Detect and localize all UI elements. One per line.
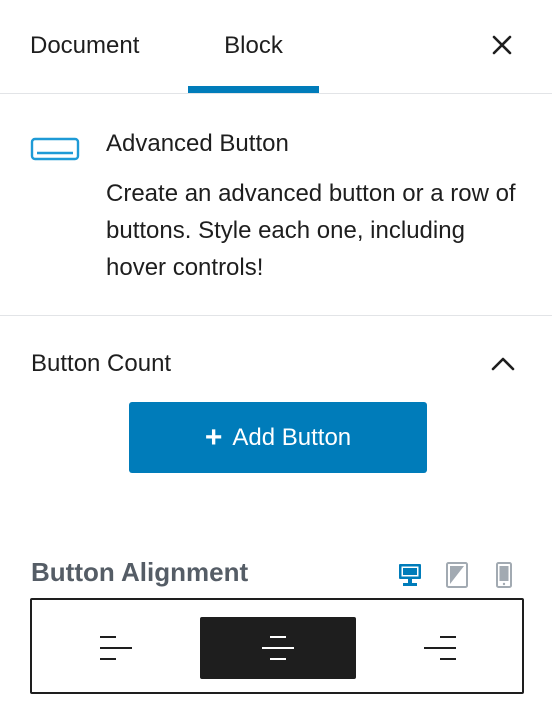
block-description: Create an advanced button or a row of bu… xyxy=(106,180,516,281)
close-icon xyxy=(492,35,512,55)
panel-toggle[interactable] xyxy=(488,352,518,376)
button-alignment-title: Button Alignment xyxy=(31,557,249,587)
mobile-icon xyxy=(496,562,512,588)
device-mobile-button[interactable] xyxy=(492,562,516,588)
advanced-button-icon xyxy=(30,137,80,161)
align-right-button[interactable] xyxy=(362,617,518,679)
add-button[interactable]: + Add Button xyxy=(129,402,427,473)
align-left-button[interactable] xyxy=(38,617,194,679)
align-center-icon xyxy=(262,636,294,660)
chevron-up-icon xyxy=(491,357,515,371)
button-count-panel-title[interactable]: Button Count xyxy=(31,350,171,378)
align-right-icon xyxy=(424,636,456,660)
device-tablet-button[interactable] xyxy=(445,562,469,588)
tablet-icon xyxy=(446,562,468,588)
close-button[interactable] xyxy=(486,29,518,61)
plus-icon: + xyxy=(204,420,223,454)
sidebar-tabs: Document Block xyxy=(0,0,552,94)
device-desktop-button[interactable] xyxy=(398,562,422,588)
align-center-button[interactable] xyxy=(200,617,356,679)
add-button-label: Add Button xyxy=(232,423,352,451)
block-title: Advanced Button xyxy=(106,130,289,157)
active-tab-indicator xyxy=(188,86,319,93)
alignment-button-group xyxy=(30,598,524,694)
desktop-icon xyxy=(399,564,421,586)
tab-block[interactable]: Block xyxy=(188,0,319,93)
align-left-icon xyxy=(100,636,132,660)
tab-document[interactable]: Document xyxy=(30,0,139,93)
